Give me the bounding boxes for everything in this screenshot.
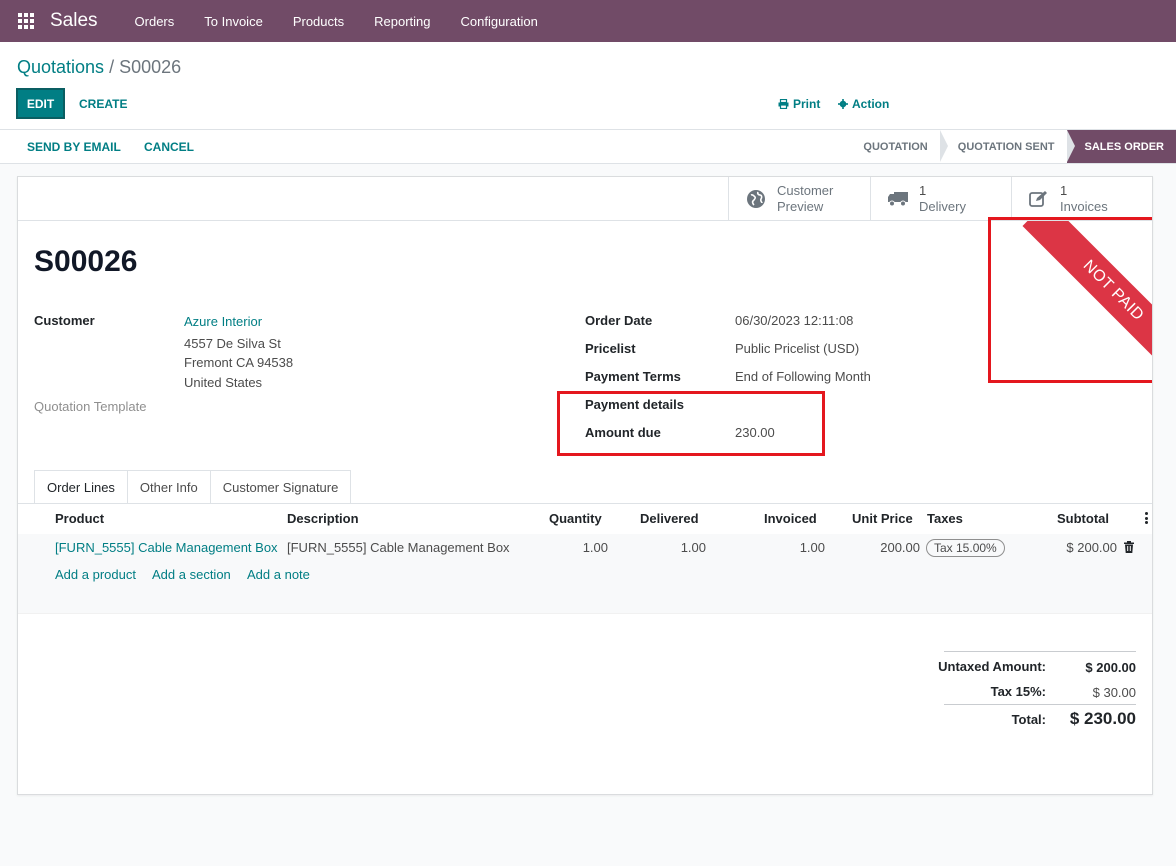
control-panel: Quotations / S00026 EDIT CREATE Print Ac… bbox=[0, 42, 1176, 130]
truck-icon bbox=[887, 188, 909, 210]
total-value: $ 230.00 bbox=[1069, 709, 1136, 728]
row-subtotal: $ 200.00 bbox=[1066, 540, 1117, 555]
smart-button-box: Customer Preview 1 Delivery 1 Invoices bbox=[18, 177, 1152, 221]
row-delivered: 1.00 bbox=[680, 540, 706, 555]
menu-reporting[interactable]: Reporting bbox=[359, 14, 445, 29]
table-row[interactable]: [FURN_5555] Cable Management Box [FURN_5… bbox=[18, 534, 1152, 562]
stage-sales-order[interactable]: SALES ORDER bbox=[1066, 130, 1176, 163]
create-button[interactable]: CREATE bbox=[79, 97, 127, 111]
tax-value: $ 30.00 bbox=[1092, 685, 1136, 700]
col-delivered[interactable]: Delivered bbox=[640, 511, 699, 526]
total-label: Total: bbox=[1011, 712, 1046, 727]
payment-details-label: Payment details bbox=[585, 397, 684, 412]
stage-quotation[interactable]: QUOTATION bbox=[851, 130, 949, 163]
col-subtotal[interactable]: Subtotal bbox=[1057, 511, 1109, 526]
top-navbar: Sales Orders To Invoice Products Reporti… bbox=[0, 0, 1176, 42]
delivery-smart-button[interactable]: 1 Delivery bbox=[870, 177, 1011, 220]
payment-terms-value: End of Following Month bbox=[735, 369, 871, 384]
status-bar: SEND BY EMAIL CANCEL QUOTATION QUOTATION… bbox=[0, 130, 1176, 164]
breadcrumb-current: S00026 bbox=[119, 57, 182, 77]
delivery-label: Delivery bbox=[919, 198, 966, 214]
col-description[interactable]: Description bbox=[287, 511, 359, 526]
not-paid-ribbon: NOT PAID bbox=[1022, 221, 1152, 362]
tab-other-info[interactable]: Other Info bbox=[126, 470, 211, 504]
col-product[interactable]: Product bbox=[55, 511, 104, 526]
payment-terms-label: Payment Terms bbox=[585, 369, 681, 384]
quotation-template-label: Quotation Template bbox=[34, 399, 147, 414]
breadcrumb-separator: / bbox=[109, 57, 115, 77]
amount-due-value: 230.00 bbox=[735, 425, 775, 440]
customer-preview-line2: Preview bbox=[777, 198, 824, 214]
untaxed-amount-label: Untaxed Amount: bbox=[938, 659, 1046, 674]
col-taxes[interactable]: Taxes bbox=[927, 511, 963, 526]
col-invoiced[interactable]: Invoiced bbox=[764, 511, 817, 526]
stage-quotation-sent[interactable]: QUOTATION SENT bbox=[939, 130, 1075, 163]
print-icon bbox=[778, 99, 789, 109]
invoices-label: Invoices bbox=[1060, 198, 1108, 214]
cancel-button[interactable]: CANCEL bbox=[144, 140, 194, 154]
row-unit-price: 200.00 bbox=[880, 540, 920, 555]
edit-button[interactable]: EDIT bbox=[16, 88, 65, 119]
action-button[interactable]: Action bbox=[838, 97, 889, 111]
status-ribbon: NOT PAID bbox=[1013, 221, 1152, 362]
customer-label: Customer bbox=[34, 313, 95, 328]
totals-divider-bottom bbox=[944, 704, 1136, 705]
order-date-label: Order Date bbox=[585, 313, 653, 328]
menu-to-invoice[interactable]: To Invoice bbox=[189, 14, 278, 29]
add-product-link[interactable]: Add a product bbox=[55, 567, 136, 582]
row-quantity: 1.00 bbox=[582, 540, 608, 555]
col-unit-price[interactable]: Unit Price bbox=[852, 511, 913, 526]
optional-columns-icon[interactable] bbox=[1145, 512, 1148, 524]
customer-preview-line1: Customer bbox=[777, 182, 834, 198]
order-lines-header: Product Description Quantity Delivered I… bbox=[18, 504, 1152, 534]
customer-preview-button[interactable]: Customer Preview bbox=[728, 177, 870, 220]
delivery-count: 1 bbox=[919, 182, 927, 198]
action-label: Action bbox=[852, 97, 890, 111]
menu-configuration[interactable]: Configuration bbox=[446, 14, 553, 29]
breadcrumb-quotations[interactable]: Quotations bbox=[17, 57, 104, 77]
pricelist-value: Public Pricelist (USD) bbox=[735, 341, 860, 356]
customer-link[interactable]: Azure Interior bbox=[184, 314, 262, 329]
invoices-smart-button[interactable]: 1 Invoices bbox=[1011, 177, 1152, 220]
add-line-row: Add a product Add a section Add a note bbox=[18, 562, 1152, 614]
row-invoiced: 1.00 bbox=[799, 540, 825, 555]
row-description: [FURN_5555] Cable Management Box bbox=[287, 540, 510, 555]
customer-address-city: Fremont CA 94538 bbox=[184, 355, 294, 370]
notebook-tabs: Order Lines Other Info Customer Signatur… bbox=[34, 470, 352, 504]
globe-icon bbox=[745, 188, 767, 210]
record-title: S00026 bbox=[34, 245, 138, 278]
tax-badge: Tax 15.00% bbox=[926, 539, 1005, 557]
tax-label: Tax 15%: bbox=[990, 684, 1046, 699]
apps-menu-icon[interactable] bbox=[18, 13, 34, 29]
add-note-link[interactable]: Add a note bbox=[247, 567, 310, 582]
untaxed-amount-value: $ 200.00 bbox=[1085, 660, 1136, 675]
print-label: Print bbox=[793, 97, 821, 111]
customer-address-country: United States bbox=[184, 375, 263, 390]
totals-divider-top bbox=[944, 651, 1136, 652]
amount-due-label: Amount due bbox=[585, 425, 661, 440]
gear-icon bbox=[838, 99, 848, 109]
breadcrumb: Quotations / S00026 bbox=[17, 57, 181, 78]
menu-products[interactable]: Products bbox=[278, 14, 359, 29]
trash-icon[interactable] bbox=[1124, 541, 1134, 553]
menu-orders[interactable]: Orders bbox=[120, 14, 190, 29]
pricelist-label: Pricelist bbox=[585, 341, 636, 356]
add-section-link[interactable]: Add a section bbox=[152, 567, 231, 582]
edit-document-icon bbox=[1028, 188, 1050, 210]
send-by-email-button[interactable]: SEND BY EMAIL bbox=[27, 140, 121, 154]
print-button[interactable]: Print bbox=[778, 97, 820, 111]
invoices-count: 1 bbox=[1060, 182, 1068, 198]
app-name[interactable]: Sales bbox=[50, 10, 98, 32]
col-quantity[interactable]: Quantity bbox=[549, 511, 602, 526]
tab-customer-signature[interactable]: Customer Signature bbox=[209, 470, 352, 504]
row-product[interactable]: [FURN_5555] Cable Management Box bbox=[55, 540, 278, 555]
tab-order-lines[interactable]: Order Lines bbox=[34, 470, 128, 504]
stage-pipeline: QUOTATION QUOTATION SENT SALES ORDER bbox=[851, 130, 1176, 163]
customer-address-street: 4557 De Silva St bbox=[184, 336, 281, 351]
order-date-value: 06/30/2023 12:11:08 bbox=[735, 313, 854, 328]
form-sheet: Customer Preview 1 Delivery 1 Invoices N… bbox=[17, 176, 1153, 795]
